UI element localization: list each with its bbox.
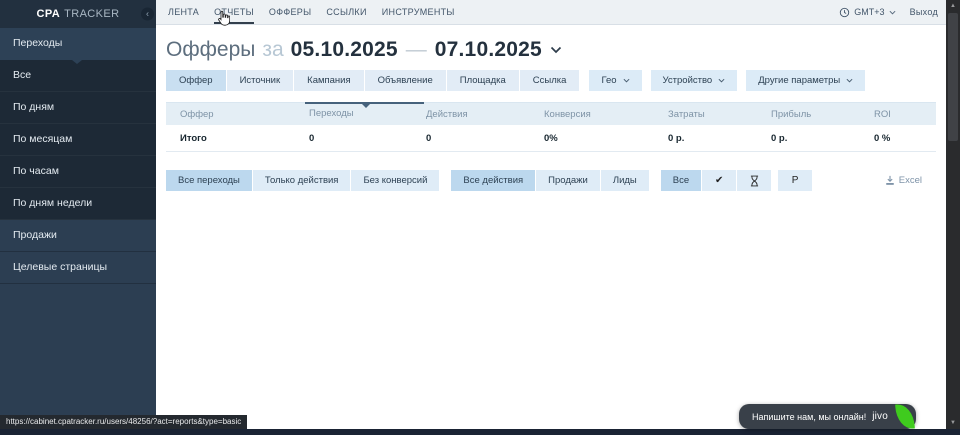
topbar-right: GMT+3 Выход [839, 0, 938, 24]
total-conversion: 0% [544, 133, 668, 144]
timezone-selector[interactable]: GMT+3 [839, 7, 895, 18]
table-header-row: Оффер Переходы Действия Конверсия Затрат… [166, 102, 936, 125]
chevron-down-icon [718, 78, 725, 83]
filter-leads[interactable]: Лиды [601, 170, 649, 191]
nav-item-links[interactable]: ССЫЛКИ [326, 0, 366, 24]
status-filter-group: Все ✔ Р [661, 170, 813, 191]
nav-item-tools[interactable]: ИНСТРУМЕНТЫ [382, 0, 455, 24]
mouse-cursor-icon [217, 10, 230, 26]
sidebar-item-by-day[interactable]: По дням [0, 92, 156, 124]
dropdown-other-params-label: Другие параметры [758, 75, 840, 86]
dropdown-geo-label: Гео [601, 75, 616, 86]
total-profit: 0 р. [771, 133, 874, 144]
page-title: Офферы за 05.10.2025 — 07.10.2025 [166, 38, 936, 62]
dropdown-geo[interactable]: Гео [589, 70, 641, 91]
filter-status-pending[interactable] [737, 170, 771, 191]
collapse-sidebar-button[interactable]: ‹ [141, 8, 154, 21]
dropdown-device[interactable]: Устройство [651, 70, 738, 91]
nav-item-offers[interactable]: ОФФЕРЫ [269, 0, 311, 24]
column-header-costs[interactable]: Затраты [668, 109, 771, 120]
bottom-strip [0, 429, 960, 435]
total-transitions: 0 [309, 133, 426, 144]
filter-sales[interactable]: Продажи [536, 170, 600, 191]
sidebar-item-sales[interactable]: Продажи [0, 220, 156, 252]
scrollbar-thumb[interactable] [948, 13, 958, 141]
column-header-offer[interactable]: Оффер [166, 109, 309, 120]
filter-status-paid[interactable]: Р [778, 170, 812, 191]
dimension-tabs: Оффер Источник Кампания Объявление Площа… [166, 70, 936, 91]
export-excel-link[interactable]: Excel [885, 175, 922, 186]
brand-logo[interactable]: CPATRACKER ‹ [0, 0, 156, 28]
check-icon: ✔ [715, 176, 723, 186]
export-excel-label: Excel [899, 175, 922, 186]
sidebar: CPATRACKER ‹ Переходы Все По дням По мес… [0, 0, 156, 429]
tab-offer[interactable]: Оффер [166, 70, 226, 91]
table-row-total: Итого 0 0 0% 0 р. 0 р. 0 % [166, 125, 936, 152]
tab-ad[interactable]: Объявление [365, 70, 446, 91]
date-dash: — [406, 38, 427, 62]
tab-platform[interactable]: Площадка [447, 70, 519, 91]
total-roi: 0 % [874, 133, 936, 144]
column-header-roi[interactable]: ROI [874, 109, 936, 120]
hourglass-icon [750, 175, 759, 187]
sidebar-item-by-weekday[interactable]: По дням недели [0, 188, 156, 220]
dropdown-device-label: Устройство [663, 75, 713, 86]
sidebar-item-landing-pages[interactable]: Целевые страницы [0, 252, 156, 284]
scroll-down-button[interactable]: ▼ [946, 417, 960, 429]
transition-filter-group: Все переходы Только действия Без конверс… [166, 170, 440, 191]
chevron-down-icon [846, 78, 853, 83]
total-costs: 0 р. [668, 133, 771, 144]
brand-cpa: CPA [37, 8, 61, 20]
chat-message: Напишите нам, мы онлайн! [752, 412, 866, 422]
ruble-icon: Р [792, 176, 799, 186]
scroll-up-button[interactable]: ▲ [946, 0, 960, 12]
total-actions: 0 [426, 133, 544, 144]
tab-campaign[interactable]: Кампания [294, 70, 363, 91]
filters-row: Все переходы Только действия Без конверс… [166, 170, 936, 191]
statusbar-url: https://cabinet.cpatracker.ru/users/4825… [0, 415, 247, 429]
scrollbar[interactable]: ▲ ▼ [946, 0, 960, 429]
date-from[interactable]: 05.10.2025 [291, 38, 398, 62]
jivo-leaf-icon [895, 403, 915, 429]
logout-link[interactable]: Выход [910, 0, 938, 24]
clock-icon [839, 7, 850, 18]
filter-only-actions[interactable]: Только действия [253, 170, 351, 191]
sidebar-item-by-hour[interactable]: По часам [0, 156, 156, 188]
chevron-down-icon [889, 10, 896, 15]
filter-no-conversions[interactable]: Без конверсий [351, 170, 439, 191]
column-header-profit[interactable]: Прибыль [771, 109, 874, 120]
tab-link[interactable]: Ссылка [520, 70, 580, 91]
brand-tracker: TRACKER [64, 8, 119, 20]
report-title: Офферы [166, 38, 255, 62]
total-label: Итого [166, 133, 309, 144]
filter-all-actions[interactable]: Все действия [451, 170, 535, 191]
tab-source[interactable]: Источник [227, 70, 294, 91]
timezone-label: GMT+3 [854, 7, 884, 17]
sidebar-item-all[interactable]: Все [0, 60, 156, 92]
column-header-conversion[interactable]: Конверсия [544, 109, 668, 120]
filter-all-transitions[interactable]: Все переходы [166, 170, 252, 191]
date-to[interactable]: 07.10.2025 [435, 38, 542, 62]
date-range-chevron-icon[interactable] [550, 46, 562, 54]
action-filter-group: Все действия Продажи Лиды [451, 170, 649, 191]
column-header-transitions[interactable]: Переходы [309, 103, 426, 125]
chevron-down-icon [623, 78, 630, 83]
dropdown-other-params[interactable]: Другие параметры [746, 70, 865, 91]
filter-status-all[interactable]: Все [661, 170, 701, 191]
nav-item-feed[interactable]: ЛЕНТА [168, 0, 199, 24]
sidebar-item-transitions[interactable]: Переходы [0, 28, 156, 60]
column-header-actions[interactable]: Действия [426, 109, 544, 120]
report-table: Оффер Переходы Действия Конверсия Затрат… [166, 102, 936, 152]
download-icon [885, 175, 895, 186]
jivo-logo: jivo [872, 411, 888, 422]
top-navigation: ЛЕНТА ОТЧЕТЫ ОФФЕРЫ ССЫЛКИ ИНСТРУМЕНТЫ G… [156, 0, 946, 25]
chat-widget[interactable]: Напишите нам, мы онлайн! jivo [739, 404, 916, 429]
chevron-left-icon: ‹ [146, 9, 149, 19]
title-preposition: за [262, 38, 283, 62]
filter-status-confirmed[interactable]: ✔ [702, 170, 736, 191]
sidebar-item-by-month[interactable]: По месяцам [0, 124, 156, 156]
brand-text: CPATRACKER [37, 8, 120, 20]
main-content: Офферы за 05.10.2025 — 07.10.2025 Оффер … [156, 25, 946, 429]
